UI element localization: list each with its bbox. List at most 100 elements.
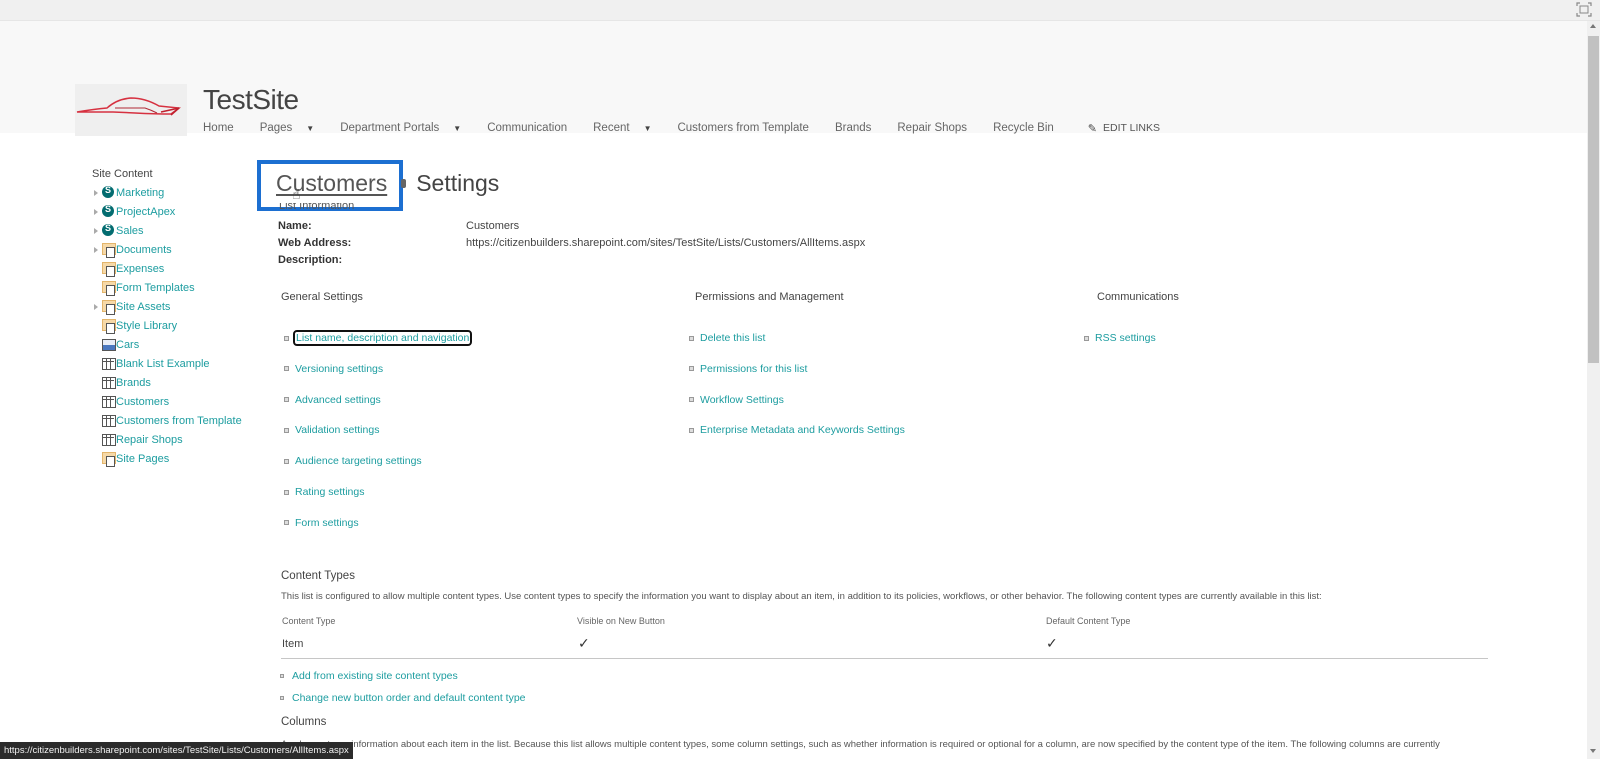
quicklaunch-item-customers[interactable]: Customers xyxy=(92,392,252,411)
expand-arrow-icon[interactable] xyxy=(94,303,98,310)
bullet-icon xyxy=(689,335,694,341)
quicklaunch-item-marketing[interactable]: Marketing xyxy=(92,183,252,202)
nav-department-portals[interactable]: Department Portals ▼ xyxy=(340,122,461,134)
name-value: Customers xyxy=(466,220,520,232)
nav-label: Recycle Bin xyxy=(993,122,1054,134)
add-existing-content-types-link[interactable]: Add from existing site content types xyxy=(280,670,458,682)
nav-label: Home xyxy=(203,122,234,134)
hand-cursor-icon: ☝ xyxy=(292,186,301,202)
scrollbar-thumb[interactable] xyxy=(1588,36,1599,363)
settings-link-audience-targeting-settings[interactable]: Audience targeting settings xyxy=(284,455,422,467)
settings-link-rss-settings[interactable]: RSS settings xyxy=(1084,332,1156,344)
settings-link-form-settings[interactable]: Form settings xyxy=(284,517,359,529)
quicklaunch-item-sales[interactable]: Sales xyxy=(92,221,252,240)
nav-label: Brands xyxy=(834,122,872,134)
communications-heading: Communications xyxy=(1097,291,1179,303)
link-text: Workflow Settings xyxy=(700,393,784,406)
settings-link-delete-this-list[interactable]: Delete this list xyxy=(689,332,765,344)
quicklaunch-item-cars[interactable]: Cars xyxy=(92,335,252,354)
bullet-icon xyxy=(284,427,289,433)
change-button-order-link[interactable]: Change new button order and default cont… xyxy=(280,692,526,704)
quick-launch-heading[interactable]: Site Content xyxy=(92,168,252,180)
link-text: Delete this list xyxy=(700,332,766,344)
quicklaunch-item-projectapex[interactable]: ProjectApex xyxy=(92,202,252,221)
quicklaunch-label: Site Pages xyxy=(116,452,170,465)
content-types-heading: Content Types xyxy=(281,570,355,582)
bullet-icon xyxy=(280,674,284,678)
scroll-down-arrow-icon[interactable] xyxy=(1590,749,1596,753)
quicklaunch-item-site-pages[interactable]: Site Pages xyxy=(92,449,252,468)
settings-link-enterprise-metadata-and-keywords-settings[interactable]: Enterprise Metadata and Keywords Setting… xyxy=(689,424,905,436)
top-navigation: Home Pages ▼ Department Portals ▼ Communic… xyxy=(203,119,1160,137)
nav-communication[interactable]: Communication xyxy=(487,122,567,134)
subsite-icon xyxy=(102,223,116,237)
edit-links-button[interactable]: ✎ EDIT LINKS xyxy=(1088,122,1160,135)
nav-recycle-bin[interactable]: Recycle Bin xyxy=(993,122,1054,134)
quicklaunch-item-customers-from-template[interactable]: Customers from Template xyxy=(92,411,252,430)
nav-recent[interactable]: Recent ▼ xyxy=(593,122,651,134)
quicklaunch-item-expenses[interactable]: Expenses xyxy=(92,259,252,278)
nav-customers-from-template[interactable]: Customers from Template xyxy=(677,122,808,134)
quicklaunch-item-documents[interactable]: Documents xyxy=(92,240,252,259)
settings-link-list-name-description-and-navigation[interactable]: List name, description and navigation xyxy=(284,330,473,346)
site-logo[interactable] xyxy=(75,84,187,136)
nav-label: Customers from Template xyxy=(677,122,809,134)
scroll-up-arrow-icon[interactable] xyxy=(1590,24,1596,28)
expand-arrow-icon[interactable] xyxy=(94,189,98,196)
quicklaunch-item-repair-shops[interactable]: Repair Shops xyxy=(92,430,252,449)
expand-arrow-icon[interactable] xyxy=(94,227,98,234)
quicklaunch-label: Site Assets xyxy=(116,300,171,313)
settings-link-rating-settings[interactable]: Rating settings xyxy=(284,486,364,498)
bullet-icon xyxy=(284,489,289,495)
list-information-heading: List Information xyxy=(279,203,355,211)
nav-brands[interactable]: Brands xyxy=(835,122,871,134)
nav-pages[interactable]: Pages ▼ xyxy=(260,122,315,134)
subsite-icon xyxy=(102,204,116,218)
link-text: Add from existing site content types xyxy=(292,670,458,682)
quicklaunch-label: Expenses xyxy=(116,262,165,275)
caret-down-icon[interactable]: ▼ xyxy=(453,124,461,133)
vertical-scrollbar[interactable] xyxy=(1587,21,1600,759)
quicklaunch-item-blank-list-example[interactable]: Blank List Example xyxy=(92,354,252,373)
nav-label: Department Portals xyxy=(340,122,440,134)
link-preview-status-bar: https://citizenbuilders.sharepoint.com/s… xyxy=(0,742,353,759)
column-header-visible-on-new-button: Visible on New Button xyxy=(577,616,665,626)
pencil-icon: ✎ xyxy=(1087,122,1097,135)
general-settings-heading: General Settings xyxy=(281,291,363,303)
column-header-default-content-type: Default Content Type xyxy=(1046,616,1131,626)
document-library-icon xyxy=(102,242,116,258)
link-text: Rating settings xyxy=(295,486,365,498)
quicklaunch-item-site-assets[interactable]: Site Assets xyxy=(92,297,252,316)
nav-repair-shops[interactable]: Repair Shops xyxy=(897,122,967,134)
quicklaunch-item-style-library[interactable]: Style Library xyxy=(92,316,252,335)
quicklaunch-label: Marketing xyxy=(116,186,165,199)
quicklaunch-item-brands[interactable]: Brands xyxy=(92,373,252,392)
bullet-icon xyxy=(1084,335,1089,341)
content-type-item-link[interactable]: Item xyxy=(282,638,303,650)
breadcrumb-separator-icon xyxy=(401,179,407,188)
quicklaunch-item-form-templates[interactable]: Form Templates xyxy=(92,278,252,297)
expand-arrow-icon[interactable] xyxy=(94,246,98,253)
bullet-icon xyxy=(284,520,289,526)
settings-link-versioning-settings[interactable]: Versioning settings xyxy=(284,363,383,375)
quick-launch: Site Content Marketing ProjectApex Sales Do… xyxy=(92,168,252,468)
settings-link-validation-settings[interactable]: Validation settings xyxy=(284,424,379,436)
columns-heading: Columns xyxy=(281,716,327,728)
table-divider xyxy=(281,658,1488,659)
caret-down-icon[interactable]: ▼ xyxy=(644,124,652,133)
web-address-value: https://citizenbuilders.sharepoint.com/s… xyxy=(466,237,866,249)
settings-link-permissions-for-this-list[interactable]: Permissions for this list xyxy=(689,363,807,375)
browser-toolbar xyxy=(0,0,1600,21)
car-logo-icon xyxy=(76,97,181,116)
settings-link-advanced-settings[interactable]: Advanced settings xyxy=(284,394,381,406)
site-title[interactable]: TestSite xyxy=(203,84,299,116)
settings-link-workflow-settings[interactable]: Workflow Settings xyxy=(689,394,784,406)
expand-arrow-icon[interactable] xyxy=(94,208,98,215)
bullet-icon xyxy=(689,427,694,433)
fullscreen-icon[interactable] xyxy=(1576,2,1592,17)
nav-label: Communication xyxy=(487,122,568,134)
caret-down-icon[interactable]: ▼ xyxy=(306,124,314,133)
content-types-description: This list is configured to allow multipl… xyxy=(281,591,1322,602)
bullet-icon xyxy=(689,366,694,372)
nav-home[interactable]: Home xyxy=(203,122,234,134)
